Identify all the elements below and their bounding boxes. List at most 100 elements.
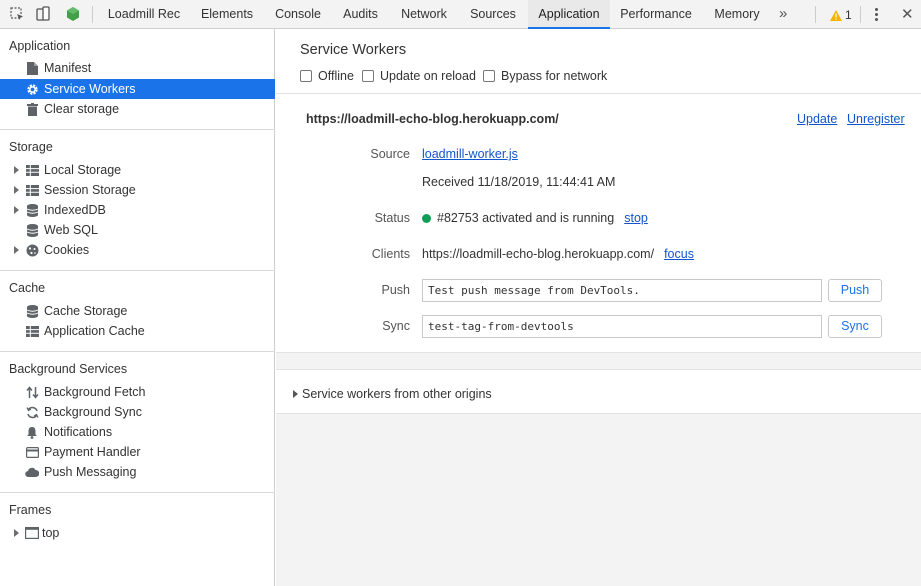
- sidebar-item-label: Web SQL: [44, 223, 98, 237]
- unregister-link[interactable]: Unregister: [847, 112, 905, 126]
- offline-checkbox[interactable]: Offline: [300, 69, 354, 83]
- gear-icon: [25, 82, 39, 96]
- inspect-icon[interactable]: [9, 6, 25, 22]
- tab-application[interactable]: Application: [528, 0, 610, 29]
- sidebar-section-storage[interactable]: Storage: [9, 140, 53, 154]
- page-title: Service Workers: [300, 42, 407, 58]
- tab-performance[interactable]: Performance: [615, 0, 697, 29]
- sidebar-item-notifications[interactable]: Notifications: [0, 422, 275, 442]
- sidebar-item-background-fetch[interactable]: Background Fetch: [0, 382, 275, 402]
- sidebar-item-application-cache[interactable]: Application Cache: [0, 321, 275, 341]
- sidebar-item-session-storage[interactable]: Session Storage: [0, 180, 275, 200]
- grid-icon: [25, 324, 39, 338]
- sidebar-item-background-sync[interactable]: Background Sync: [0, 402, 275, 422]
- received-timestamp: Received 11/18/2019, 11:44:41 AM: [422, 175, 616, 189]
- sidebar-section-application[interactable]: Application: [9, 39, 70, 53]
- push-button[interactable]: Push: [828, 279, 882, 302]
- service-workers-panel: Service Workers Offline Update on reload…: [276, 29, 921, 586]
- section-divider: [276, 369, 921, 370]
- sidebar-item-label: Service Workers: [44, 82, 136, 96]
- sidebar-item-label: Application Cache: [44, 324, 145, 338]
- checkbox-box[interactable]: [483, 70, 495, 82]
- sync-tag-input[interactable]: test-tag-from-devtools: [422, 315, 822, 338]
- sidebar-item-push-messaging[interactable]: Push Messaging: [0, 462, 275, 482]
- sidebar-item-web-sql[interactable]: Web SQL: [0, 220, 275, 240]
- device-toggle-icon[interactable]: [35, 6, 51, 22]
- tab-console[interactable]: Console: [268, 0, 328, 29]
- document-icon: [25, 61, 39, 75]
- trash-icon: [25, 102, 39, 116]
- tab-sources[interactable]: Sources: [462, 0, 524, 29]
- sidebar-item-top-frame[interactable]: top: [0, 523, 275, 543]
- sidebar-item-label: Clear storage: [44, 102, 120, 116]
- other-origins-label: Service workers from other origins: [302, 387, 492, 401]
- sidebar-item-label: Local Storage: [44, 163, 122, 177]
- kebab-menu-icon[interactable]: [873, 6, 881, 22]
- other-origins-toggle[interactable]: Service workers from other origins: [293, 387, 492, 401]
- bypass-for-network-checkbox[interactable]: Bypass for network: [483, 69, 607, 83]
- checkbox-box[interactable]: [362, 70, 374, 82]
- push-message-input[interactable]: Test push message from DevTools.: [422, 279, 822, 302]
- sidebar-section-cache[interactable]: Cache: [9, 281, 45, 295]
- tab-loadmill-rec[interactable]: Loadmill Rec: [102, 0, 186, 29]
- database-icon: [25, 223, 39, 237]
- sidebar-item-cache-storage[interactable]: Cache Storage: [0, 301, 275, 321]
- source-label: Source: [370, 147, 410, 161]
- sidebar-item-service-workers[interactable]: Service Workers: [0, 79, 275, 99]
- sidebar-item-manifest[interactable]: Manifest: [0, 58, 275, 78]
- cloud-icon: [25, 465, 39, 479]
- bell-icon: [25, 425, 39, 439]
- sidebar-item-indexeddb[interactable]: IndexedDB: [0, 200, 275, 220]
- status-running-icon: [422, 213, 431, 223]
- close-icon[interactable]: ✕: [901, 7, 914, 22]
- expand-arrow-icon[interactable]: [14, 206, 19, 214]
- sidebar-item-clear-storage[interactable]: Clear storage: [0, 99, 275, 119]
- sidebar-item-label: top: [42, 526, 60, 540]
- focus-link[interactable]: focus: [664, 247, 694, 261]
- sidebar-item-cookies[interactable]: Cookies: [0, 240, 275, 260]
- status-value: #82753 activated and is running stop: [422, 211, 648, 225]
- sidebar-item-label: IndexedDB: [44, 203, 106, 217]
- sidebar-item-label: Cache Storage: [44, 304, 128, 318]
- clients-label: Clients: [371, 247, 410, 261]
- database-icon: [25, 203, 39, 217]
- expand-arrow-icon[interactable]: [14, 246, 19, 254]
- tab-network[interactable]: Network: [393, 0, 455, 29]
- sidebar-item-label: Payment Handler: [44, 445, 141, 459]
- sidebar-item-payment-handler[interactable]: Payment Handler: [0, 442, 275, 462]
- clients-value: https://loadmill-echo-blog.herokuapp.com…: [422, 247, 694, 261]
- section-separator: [276, 352, 921, 369]
- source-file-link[interactable]: loadmill-worker.js: [422, 147, 518, 161]
- sidebar-divider: [0, 492, 275, 493]
- empty-area: [276, 414, 921, 586]
- checkbox-label: Offline: [318, 69, 354, 83]
- push-label: Push: [381, 283, 411, 297]
- sync-button[interactable]: Sync: [828, 315, 882, 338]
- application-sidebar: Application Manifest Service Workers Cle…: [0, 29, 275, 586]
- stop-link[interactable]: stop: [624, 211, 648, 225]
- warning-count: 1: [845, 8, 852, 22]
- update-on-reload-checkbox[interactable]: Update on reload: [362, 69, 476, 83]
- expand-arrow-icon[interactable]: [14, 186, 19, 194]
- grid-icon: [25, 183, 39, 197]
- update-link[interactable]: Update: [797, 112, 837, 126]
- sync-icon: [25, 405, 39, 419]
- checkbox-label: Bypass for network: [501, 69, 608, 83]
- toolbar-separator: [815, 6, 816, 23]
- tab-elements[interactable]: Elements: [191, 0, 263, 29]
- expand-arrow-icon[interactable]: [14, 529, 19, 537]
- cookie-icon: [25, 243, 39, 257]
- sidebar-item-label: Background Sync: [44, 405, 142, 419]
- warning-counter[interactable]: 1: [830, 7, 852, 23]
- sidebar-section-frames[interactable]: Frames: [9, 503, 51, 517]
- expand-arrow-icon[interactable]: [14, 166, 19, 174]
- expand-arrow-icon: [293, 390, 298, 398]
- tab-memory[interactable]: Memory: [707, 0, 767, 29]
- client-url: https://loadmill-echo-blog.herokuapp.com…: [422, 247, 655, 261]
- sidebar-section-background-services[interactable]: Background Services: [9, 362, 127, 376]
- overflow-tabs-icon[interactable]: »: [779, 0, 787, 29]
- tab-audits[interactable]: Audits: [333, 0, 388, 29]
- node-icon[interactable]: [65, 6, 81, 22]
- checkbox-box[interactable]: [300, 70, 312, 82]
- sidebar-item-local-storage[interactable]: Local Storage: [0, 160, 275, 180]
